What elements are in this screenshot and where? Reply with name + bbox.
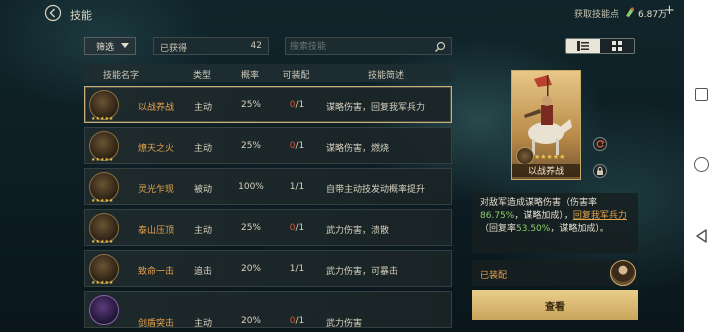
lock-icon[interactable] bbox=[593, 164, 607, 178]
skill-name: 灵光乍现 bbox=[137, 185, 174, 195]
system-navigation-bar bbox=[684, 0, 720, 332]
skill-name: 剑盾突击 bbox=[137, 319, 174, 329]
skill-name: 燎天之火 bbox=[137, 144, 174, 154]
table-row[interactable]: ★★★★★ 泰山压顶 主动 25% 0/1 武力伤害，溃散 bbox=[84, 209, 452, 246]
skill-rate: 100% bbox=[238, 182, 264, 192]
table-row[interactable]: ★★★★★ 致命一击 追击 20% 1/1 武力伤害，可暴击 bbox=[84, 250, 452, 287]
dropdown-triangle-icon bbox=[121, 43, 129, 48]
table-row[interactable]: 剑盾突击 主动 20% 0/1 武力伤害 bbox=[84, 291, 452, 329]
grid-view-icon bbox=[612, 41, 622, 51]
skill-name: 致命一击 bbox=[137, 267, 174, 277]
header-type: 类型 bbox=[192, 71, 211, 81]
table-row[interactable]: ★★★★★ 以战养战 主动 25% 0/1 谋略伤害，回复我军兵力 bbox=[84, 86, 452, 123]
skill-rate: 25% bbox=[240, 141, 261, 151]
skill-desc: 谋略伤害，回复我军兵力 bbox=[326, 103, 426, 113]
reset-icon[interactable] bbox=[593, 137, 607, 151]
owned-label: 已获得 bbox=[160, 44, 188, 54]
equipped-row: 已装配 bbox=[472, 260, 638, 286]
skill-equip: 0/1 bbox=[289, 223, 305, 233]
skill-desc: 谋略伤害，燃烧 bbox=[326, 144, 390, 154]
skill-stars: ★★★★★ bbox=[91, 239, 114, 245]
skill-icon bbox=[89, 295, 119, 325]
view-mode-toggle bbox=[565, 38, 635, 54]
search-input[interactable] bbox=[290, 40, 430, 53]
header-equip: 可装配 bbox=[282, 71, 310, 81]
nav-back-icon[interactable] bbox=[694, 228, 710, 244]
skill-description: 对敌军造成谋略伤害（伤害率86.75%，谋略加成），回复我军兵力（回复率53.5… bbox=[472, 193, 638, 253]
skill-type: 主动 bbox=[193, 226, 212, 236]
skills-table: 技能名字 类型 概率 可装配 技能简述 ★★★★★ 以战养战 主动 25% 0/… bbox=[84, 64, 452, 332]
skill-equip: 1/1 bbox=[289, 264, 305, 274]
skill-desc: 武力伤害 bbox=[326, 319, 363, 329]
list-view-button[interactable] bbox=[566, 39, 600, 53]
skill-stars: ★★★★★ bbox=[91, 157, 114, 163]
filter-label: 筛选 bbox=[96, 42, 115, 53]
skill-badge-icon bbox=[516, 147, 534, 165]
skill-desc: 武力伤害，可暴击 bbox=[326, 267, 399, 277]
skill-rate: 20% bbox=[240, 264, 261, 274]
skill-equip: 1/1 bbox=[289, 182, 305, 192]
skill-stars: ★★★★★ bbox=[91, 280, 114, 286]
list-view-icon bbox=[577, 41, 589, 51]
skill-point-icon bbox=[624, 6, 636, 18]
skill-desc: 自带主动技发动概率提升 bbox=[326, 185, 426, 195]
skill-equip: 0/1 bbox=[289, 316, 305, 326]
recent-apps-icon[interactable] bbox=[695, 88, 708, 101]
recover-troops-link[interactable]: 回复我军兵力 bbox=[573, 211, 627, 221]
skill-equip: 0/1 bbox=[289, 100, 305, 110]
skill-point-value: 6.87万 bbox=[638, 10, 668, 20]
skill-type: 主动 bbox=[193, 144, 212, 154]
general-avatar[interactable] bbox=[610, 260, 636, 286]
skill-rate: 25% bbox=[240, 100, 261, 110]
table-row[interactable]: ★★★★★ 燎天之火 主动 25% 0/1 谋略伤害，燃烧 bbox=[84, 127, 452, 164]
skill-rate: 20% bbox=[240, 316, 261, 326]
table-row[interactable]: ★★★★★ 灵光乍现 被动 100% 1/1 自带主动技发动概率提升 bbox=[84, 168, 452, 205]
skill-rate: 25% bbox=[240, 223, 261, 233]
header-name: 技能名字 bbox=[102, 71, 139, 81]
filter-button[interactable]: 筛选 bbox=[84, 37, 136, 55]
back-arrow-icon[interactable] bbox=[44, 4, 62, 22]
skill-equip: 0/1 bbox=[289, 141, 305, 151]
owned-count: 42 bbox=[250, 41, 262, 51]
top-bar: 技能 获取技能点 6.87万 + bbox=[0, 0, 684, 28]
card-skill-name: 以战养战 bbox=[512, 164, 580, 177]
equipped-label: 已装配 bbox=[480, 271, 508, 281]
home-icon[interactable] bbox=[694, 157, 709, 172]
add-skill-points-button[interactable]: + bbox=[664, 3, 675, 18]
gain-skill-points-label[interactable]: 获取技能点 bbox=[574, 7, 619, 20]
grid-view-button[interactable] bbox=[600, 39, 634, 53]
view-button[interactable]: 查看 bbox=[472, 290, 638, 320]
card-stars: ★★★★★ bbox=[534, 153, 566, 161]
skill-stars: ★★★★★ bbox=[91, 116, 114, 122]
skill-name: 泰山压顶 bbox=[137, 226, 174, 236]
header-desc: 技能简述 bbox=[367, 71, 404, 81]
skill-type: 被动 bbox=[193, 185, 212, 195]
table-header: 技能名字 类型 概率 可装配 技能简述 bbox=[84, 64, 452, 82]
skill-type: 主动 bbox=[193, 103, 212, 113]
game-scene: 技能 获取技能点 6.87万 + 筛选 已获得 42 搜索技能 技能名字 类型 … bbox=[0, 0, 684, 332]
skill-card-art[interactable]: ★★★★★ 以战养战 bbox=[511, 70, 581, 180]
skill-type: 主动 bbox=[193, 319, 212, 329]
owned-count-box: 已获得 42 bbox=[153, 37, 269, 55]
skill-desc: 武力伤害，溃散 bbox=[326, 226, 390, 236]
skill-name: 以战养战 bbox=[137, 103, 174, 113]
skill-type: 追击 bbox=[193, 267, 212, 277]
skill-stars: ★★★★★ bbox=[91, 198, 114, 204]
page-title: 技能 bbox=[70, 9, 92, 22]
header-rate: 概率 bbox=[240, 71, 259, 81]
search-icon[interactable] bbox=[434, 41, 446, 53]
search-box bbox=[285, 37, 452, 55]
